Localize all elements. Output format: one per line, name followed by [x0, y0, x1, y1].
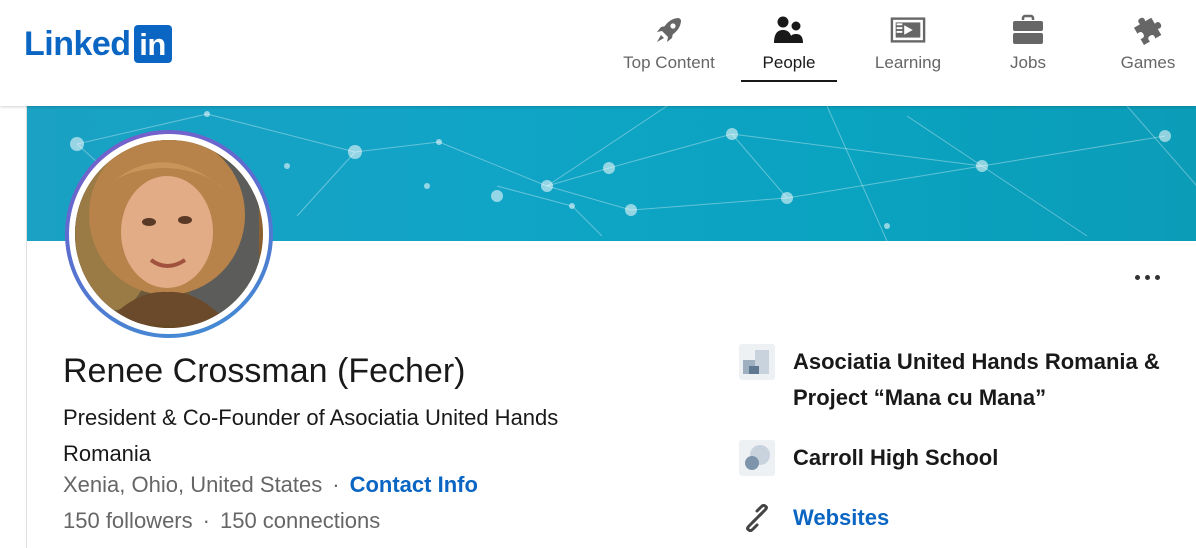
stats-line: 150 followers · 150 connections	[63, 508, 380, 534]
nav-learning[interactable]: Learning	[853, 12, 963, 82]
nav-jobs[interactable]: Jobs	[973, 12, 1083, 82]
nav-label: Jobs	[1010, 53, 1046, 72]
company-logo-icon	[739, 344, 775, 380]
linkedin-logo[interactable]: Linked in	[24, 24, 172, 64]
profile-location: Xenia, Ohio, United States	[63, 472, 323, 497]
portrait-illustration	[75, 140, 263, 328]
puzzle-icon	[1130, 12, 1166, 48]
connections-count[interactable]: 150 connections	[220, 508, 380, 533]
contact-info-link[interactable]: Contact Info	[350, 472, 478, 497]
education-school[interactable]: Carroll High School	[739, 440, 998, 476]
websites-link[interactable]: Websites	[793, 500, 889, 536]
nav-label: Games	[1120, 53, 1176, 72]
followers-count[interactable]: 150 followers	[63, 508, 193, 533]
link-icon	[739, 500, 775, 536]
people-icon	[771, 12, 807, 48]
websites-section[interactable]: Websites	[739, 500, 889, 536]
location-line: Xenia, Ohio, United States · Contact Info	[63, 472, 478, 498]
profile-photo-ring[interactable]	[65, 130, 273, 338]
top-navigation-bar: Linked in Top Content People Learning Jo…	[0, 0, 1196, 106]
nav-people[interactable]: People	[734, 12, 844, 82]
active-tab-indicator	[741, 80, 837, 82]
more-icon	[1134, 274, 1140, 280]
more-options-button[interactable]	[1127, 266, 1167, 288]
separator: ·	[202, 508, 210, 533]
company-name: Asociatia United Hands Romania & Project…	[793, 349, 1160, 410]
logo-wordmark: Linked	[24, 24, 131, 63]
learning-icon	[890, 12, 926, 48]
profile-photo	[75, 140, 263, 328]
school-name: Carroll High School	[793, 445, 999, 470]
nav-label: People	[762, 53, 816, 72]
rocket-icon	[651, 12, 687, 48]
briefcase-icon	[1010, 12, 1046, 48]
school-logo-icon	[739, 440, 775, 476]
nav-label: Learning	[874, 53, 942, 72]
separator: ·	[332, 472, 340, 497]
nav-games[interactable]: Games	[1093, 12, 1196, 82]
current-company[interactable]: Asociatia United Hands Romania & Project…	[739, 344, 1163, 416]
profile-name: Renee Crossman (Fecher)	[63, 352, 466, 390]
nav-top-content[interactable]: Top Content	[614, 12, 724, 82]
nav-label: Top Content	[623, 53, 715, 72]
profile-card: Renee Crossman (Fecher) President & Co-F…	[26, 106, 1196, 548]
profile-headline: President & Co-Founder of Asociatia Unit…	[63, 405, 559, 466]
logo-in-box: in	[133, 25, 172, 63]
